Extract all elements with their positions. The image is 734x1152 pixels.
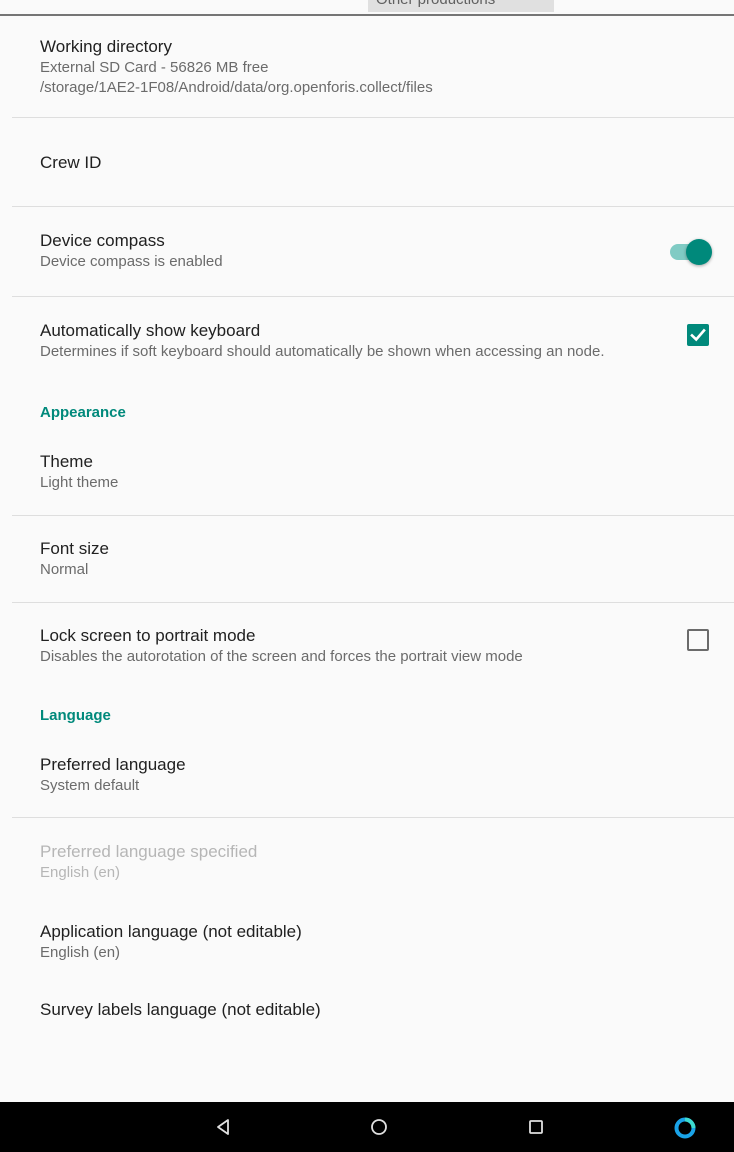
settings-list: Working directory External SD Card - 568… — [0, 16, 734, 1041]
pref-application-language[interactable]: Application language (not editable) Engl… — [0, 901, 734, 983]
lock-portrait-checkbox[interactable] — [687, 629, 709, 651]
pref-summary: Normal — [40, 561, 89, 578]
pref-summary: Light theme — [40, 474, 119, 491]
pref-summary: English (en) — [40, 864, 121, 881]
category-language-header: Language — [40, 707, 111, 724]
pref-title: Survey labels language (not editable) — [40, 1000, 321, 1019]
pref-title: Font size — [40, 539, 109, 558]
switch-thumb — [686, 238, 712, 265]
pref-title: Theme — [40, 452, 93, 471]
pref-title: Automatically show keyboard — [40, 321, 261, 340]
pref-summary: Device compass is enabled — [40, 253, 223, 270]
pref-preferred-language-specified: Preferred language specified English (en… — [0, 818, 734, 901]
pref-title: Preferred language — [40, 755, 186, 774]
pref-title: Crew ID — [40, 153, 102, 172]
compass-toggle-switch[interactable] — [670, 238, 712, 265]
pref-auto-keyboard[interactable]: Automatically show keyboard Determines i… — [0, 297, 734, 372]
nav-home-button[interactable] — [354, 1102, 404, 1152]
pref-working-directory[interactable]: Working directory External SD Card - 568… — [0, 16, 734, 117]
nav-recents-button[interactable] — [511, 1102, 561, 1152]
pref-title: Working directory — [40, 37, 172, 56]
pref-summary: External SD Card - 56826 MB free — [40, 59, 269, 76]
pref-summary: Determines if soft keyboard should autom… — [40, 343, 605, 360]
pref-title: Lock screen to portrait mode — [40, 626, 256, 645]
pref-theme[interactable]: Theme Light theme — [0, 444, 734, 515]
auto-keyboard-checkbox[interactable] — [687, 323, 709, 346]
back-icon — [217, 1119, 229, 1135]
pref-device-compass[interactable]: Device compass Device compass is enabled — [0, 207, 734, 296]
assistant-icon — [674, 1117, 696, 1139]
nav-assistant-button[interactable] — [659, 1102, 709, 1152]
recents-icon — [529, 1120, 543, 1134]
cutoff-label: Other productions — [368, 0, 554, 12]
category-appearance-header: Appearance — [40, 404, 126, 421]
pref-title: Device compass — [40, 231, 165, 250]
pref-crew-id[interactable]: Crew ID — [0, 118, 734, 206]
nav-back-button[interactable] — [198, 1102, 248, 1152]
pref-summary: System default — [40, 777, 140, 794]
pref-lock-portrait[interactable]: Lock screen to portrait mode Disables th… — [0, 603, 734, 677]
checkmark-icon — [690, 328, 706, 341]
navigation-bar — [0, 1102, 734, 1152]
pref-font-size[interactable]: Font size Normal — [0, 516, 734, 602]
top-toolbar-remnant: Other productions — [0, 0, 734, 16]
pref-summary: Disables the autorotation of the screen … — [40, 648, 523, 665]
pref-summary-path: /storage/1AE2-1F08/Android/data/org.open… — [40, 79, 433, 96]
pref-title: Application language (not editable) — [40, 922, 302, 941]
pref-preferred-language[interactable]: Preferred language System default — [0, 747, 734, 817]
pref-summary: English (en) — [40, 944, 121, 961]
pref-survey-labels-language[interactable]: Survey labels language (not editable) — [0, 983, 734, 1041]
home-icon — [371, 1119, 387, 1135]
pref-title: Preferred language specified — [40, 842, 258, 861]
